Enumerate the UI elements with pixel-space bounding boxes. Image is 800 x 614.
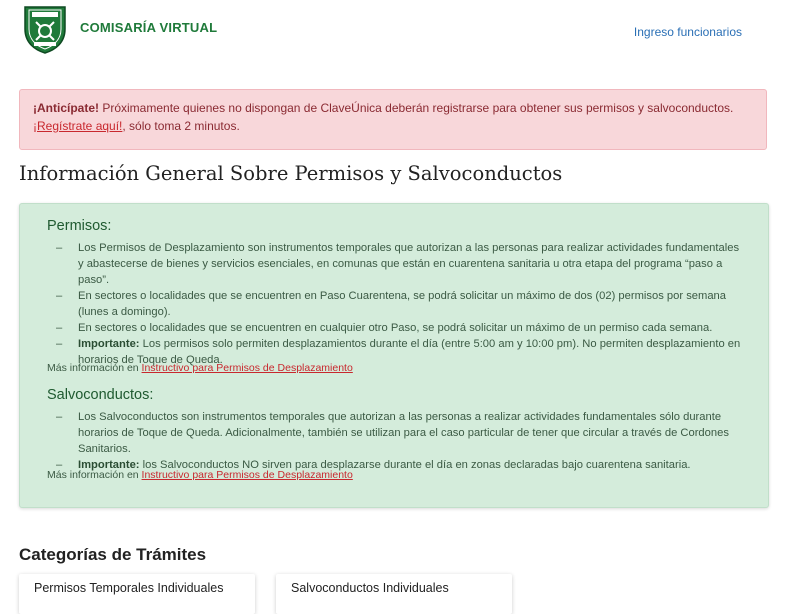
list-item: – Los Permisos de Desplazamiento son inst…	[56, 242, 740, 286]
alert-strong: ¡Anticípate!	[33, 101, 99, 115]
salvoconductos-instructivo-link[interactable]: Instructivo para Permisos de Desplazamie…	[142, 469, 353, 481]
salvoconductos-more-info: Más información en Instructivo para Perm…	[47, 469, 353, 481]
categories-title: Categorías de Trámites	[19, 545, 207, 564]
alert-tail: , sólo toma 2 minutos.	[122, 119, 240, 133]
brand-title[interactable]: COMISARÍA VIRTUAL	[80, 20, 217, 35]
list-item: – Los Salvoconductos son instrumentos tem…	[56, 411, 729, 455]
salvoconductos-title: Salvoconductos:	[47, 387, 154, 403]
alert-text: Próximamente quienes no dispongan de Cla…	[99, 101, 734, 115]
list-item: – En sectores o localidades que se encuen…	[56, 290, 726, 318]
salvoconductos-list: – Los Salvoconductos son instrumentos tem…	[47, 409, 747, 473]
info-box: Permisos: – Los Permisos de Desplazamient…	[19, 203, 769, 508]
page-title: Información General Sobre Permisos y Sal…	[19, 162, 563, 185]
permisos-instructivo-link[interactable]: Instructivo para Permisos de Desplazamie…	[142, 362, 353, 374]
permisos-more-info: Más información en Instructivo para Perm…	[47, 362, 353, 374]
card-salvoconductos[interactable]: Salvoconductos Individuales	[276, 574, 512, 614]
header: COMISARÍA VIRTUAL Ingreso funcionarios	[0, 0, 800, 70]
list-item: – En sectores o localidades que se encuen…	[56, 322, 713, 334]
carabineros-logo[interactable]	[21, 5, 69, 55]
permisos-title: Permisos:	[47, 218, 112, 234]
permisos-list: – Los Permisos de Desplazamiento son inst…	[47, 240, 747, 368]
login-link[interactable]: Ingreso funcionarios	[634, 25, 742, 39]
card-permisos-temporales[interactable]: Permisos Temporales Individuales	[19, 574, 255, 614]
alert-banner: ¡Anticípate! Próximamente quienes no dis…	[19, 89, 767, 150]
register-link[interactable]: ¡Regístrate aquí!	[33, 119, 122, 133]
